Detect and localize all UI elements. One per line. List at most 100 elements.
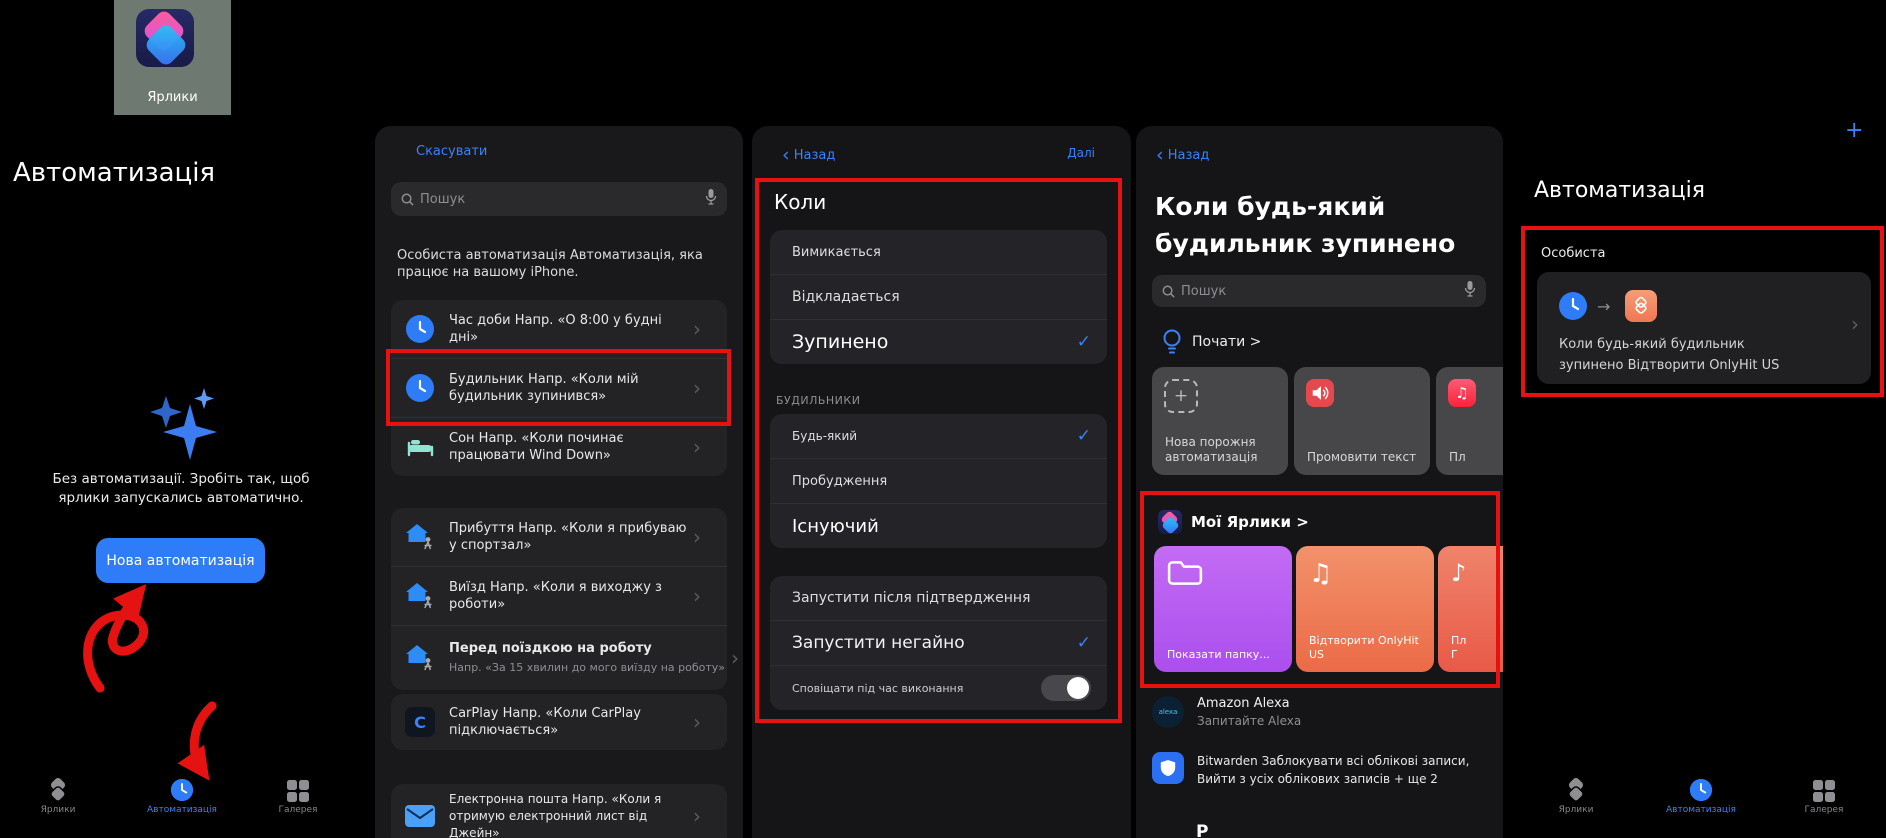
screenshot-root: { "icons": {"chevron": "›", "back": "‹",… [0,0,1886,838]
my-shortcuts-header[interactable]: Мої Ярлики > [1158,510,1309,534]
speaker-icon [1306,379,1334,407]
section-title-when: Коли [774,190,826,214]
next-button[interactable]: Далі [1067,146,1095,160]
option-turned-off[interactable]: Вимикається [770,230,1107,274]
tile-partial[interactable]: ♫ Пл [1436,367,1503,475]
house-person-icon [405,581,435,611]
option-notify-when-run: Сповіщати під час виконання [770,665,1107,710]
back-button[interactable]: ‹ Назад [782,144,835,166]
option-run-immediately[interactable]: Запустити негайно✓ [770,620,1107,665]
bitwarden-shield-icon [1152,752,1184,784]
annotation-arrows [70,560,310,810]
notify-toggle[interactable] [1041,675,1091,701]
intro-text: Особиста автоматизація Автоматизація, як… [397,247,719,281]
option-any-alarm[interactable]: Будь-який✓ [770,414,1107,458]
automation-card[interactable]: → › Коли будь-який будильник зупинено Ві… [1537,272,1871,384]
list-item-before-commute[interactable]: Перед поїздкою на роботу Напр. «За 15 хв… [391,625,727,690]
chevron-right-icon: › [687,806,701,826]
option-stopped[interactable]: Зупинено✓ [770,319,1107,364]
tab-gallery[interactable]: Галерея [1779,776,1869,815]
list-item-sleep[interactable]: Сон Напр. «Коли починає працювати Wind D… [391,417,727,476]
mic-icon[interactable] [705,188,717,210]
tile-partial-shortcut[interactable]: ♪ Пл Г [1438,546,1503,672]
chevron-right-icon: › [1845,314,1859,334]
tab-automation[interactable]: Автоматизація [1656,776,1746,815]
back-button[interactable]: ‹ Назад [1156,144,1209,166]
check-icon: ✓ [1077,332,1091,352]
shortcuts-app-icon[interactable] [136,9,194,67]
chevron-right-icon: › [687,527,701,547]
shortcuts-mini-icon [1158,510,1182,534]
search-input[interactable]: Пошук [391,182,727,216]
option-snoozed[interactable]: Відкладається [770,274,1107,319]
option-run-after-confirmation[interactable]: Запустити після підтвердження [770,576,1107,620]
list-item-carplay[interactable]: C CarPlay Напр. «Коли CarPlay підключаєт… [391,694,727,750]
mic-icon[interactable] [1464,280,1476,302]
tile-show-folder[interactable]: Показати папку... [1154,546,1292,672]
get-started-row[interactable]: Почати > [1162,328,1261,356]
automation-card-line1: Коли будь-який будильник [1559,334,1779,355]
alarms-section-label: БУДИЛЬНИКИ [776,394,860,407]
row-title: Перед поїздкою на роботу [449,641,652,656]
music-note-icon: ♪ [1451,559,1466,587]
clock-icon [405,373,435,403]
app-subtitle: Запитайте Alexa [1197,714,1301,728]
lightbulb-icon [1162,328,1182,356]
list-item-email[interactable]: Електронна пошта Напр. «Коли я отримую е… [391,784,727,838]
search-input[interactable]: Пошук [1152,275,1486,307]
personal-section-label: Особиста [1541,246,1606,261]
row-subtitle: Напр. «За 15 хвилин до мого виїзду на ро… [449,659,725,676]
option-wake-up[interactable]: Пробудження [770,458,1107,503]
toggle-knob [1067,677,1089,699]
bed-icon [405,432,435,462]
clock-icon [405,314,435,344]
dashed-plus-icon: + [1164,379,1198,413]
list-item-time-of-day[interactable]: Час доби Напр. «О 8:00 у будні дні» › [391,300,727,358]
chevron-right-icon: › [687,437,701,457]
alexa-icon: alexa [1152,696,1184,728]
folder-icon [1167,559,1203,587]
page-title: Коли будь-який будильник зупинено [1155,188,1455,262]
list-item-leave[interactable]: Виїзд Напр. «Коли я виходжу з роботи» › [391,566,727,625]
empty-state-text: Без автоматизації. Зробіть так, щоб ярли… [35,470,327,508]
trigger-group-1: Час доби Напр. «О 8:00 у будні дні» › Бу… [391,300,727,476]
search-icon [1162,285,1175,298]
panel-when-options: ‹ Назад Далі Коли Вимикається Відкладаєт… [752,126,1131,838]
page-title: Автоматизація [1534,178,1705,203]
app-row-bitwarden[interactable]: Bitwarden Заблокувати всі облікові запис… [1152,752,1469,788]
house-person-icon [405,522,435,552]
shortcut-orange-icon [1625,290,1657,322]
page-title: Автоматизація [13,158,215,188]
chevron-right-icon: › [725,648,739,668]
option-existing[interactable]: Існуючий [770,503,1107,548]
chevron-right-icon: › [687,586,701,606]
tab-shortcuts[interactable]: Ярлики [1531,776,1621,815]
when-options-group: Вимикається Відкладається Зупинено✓ [770,230,1107,364]
back-chevron-icon: ‹ [1156,144,1164,166]
shortcuts-tab-icon [1531,776,1621,802]
run-options-group: Запустити після підтвердження Запустити … [770,576,1107,710]
search-placeholder: Пошук [420,192,465,207]
trigger-group-4: Електронна пошта Напр. «Коли я отримую е… [391,784,727,838]
chevron-right-icon: › [687,319,701,339]
my-shortcuts-label: Мої Ярлики > [1191,513,1309,531]
app-row-alexa[interactable]: alexa Amazon Alexa Запитайте Alexa [1152,696,1301,728]
panel-action-picker: ‹ Назад Коли будь-який будильник зупинен… [1136,126,1503,838]
get-started-label: Почати > [1192,334,1261,350]
home-app-tile: Ярлики [114,0,231,115]
trigger-group-3: C CarPlay Напр. «Коли CarPlay підключаєт… [391,694,727,750]
list-item-arrive[interactable]: Прибуття Напр. «Коли я прибуваю у спортз… [391,508,727,566]
tile-new-blank-automation[interactable]: + Нова порожня автоматизація [1152,367,1288,475]
arrow-right-icon: → [1597,297,1610,316]
list-item-alarm[interactable]: Будильник Напр. «Коли мій будильник зупи… [391,358,727,417]
carplay-icon: C [405,707,435,737]
check-icon: ✓ [1077,426,1091,446]
tile-speak-text[interactable]: Промовити текст [1294,367,1430,475]
tile-play-onlyhit[interactable]: ♫ Відтворити OnlyHit US [1296,546,1434,672]
add-button[interactable]: + [1845,118,1863,143]
clock-icon [1559,292,1587,320]
house-person-icon [405,643,435,673]
sparkles-icon [138,388,228,473]
cancel-button[interactable]: Скасувати [416,144,487,159]
alarm-options-group: Будь-який✓ Пробудження Існуючий [770,414,1107,548]
